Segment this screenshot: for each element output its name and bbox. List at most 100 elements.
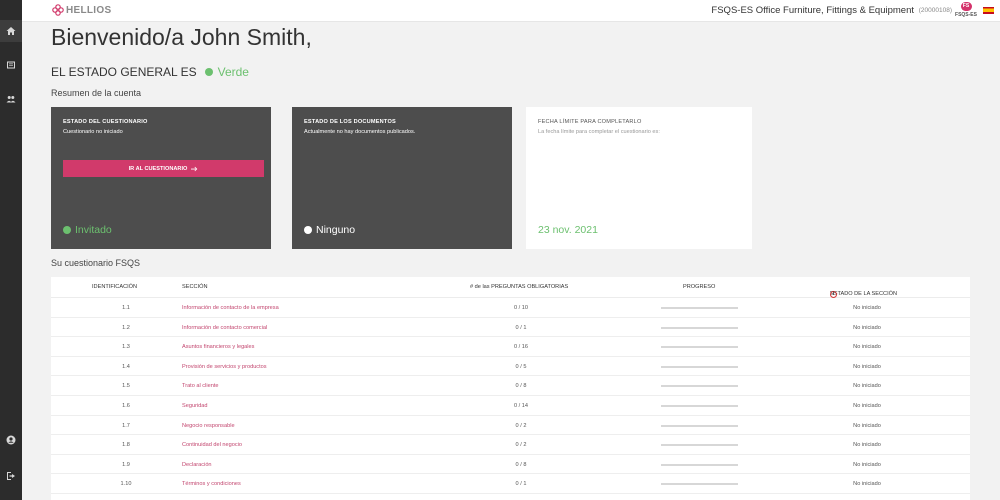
deadline-date: 23 nov. 2021 [538,224,598,236]
row-state: No iniciado [853,461,881,468]
row-state: No iniciado [853,383,881,390]
info-icon[interactable]: i [830,291,837,298]
row-required-count: 0 / 10 [514,305,528,311]
logo[interactable]: HELLIOS [52,4,111,16]
row-progress-bar [661,385,738,388]
sidebar-item-users[interactable] [0,91,22,107]
row-id: 1.10 [120,481,132,488]
card-subtitle: Actualmente no hay documentos publicados… [304,129,416,135]
row-section-link[interactable]: Declaración [182,462,212,468]
row-required-count: 0 / 8 [515,461,527,468]
row-state: No iniciado [853,344,881,351]
row-id: 1.1 [122,305,130,311]
row-progress-bar [661,424,738,427]
header-state-label: ESTADO DE LA SECCIÓN [830,291,898,297]
table-row: 1.7 Negocio responsable 0 / 2 No iniciado [51,416,970,436]
list-icon [7,61,15,69]
status-dot-icon [204,68,213,76]
row-required-count: 0 / 5 [515,363,527,370]
overall-status-value: Verde [217,65,249,79]
sidebar-item-home[interactable] [0,20,22,42]
questionnaire-table: IDENTIFICACIÓN SECCIÓN # de las PREGUNTA… [51,277,970,500]
row-section-link[interactable]: Continuidad del negocio [182,442,242,448]
arrow-right-icon [191,166,198,171]
row-state: No iniciado [853,422,881,429]
row-id: 1.5 [122,383,130,390]
sidebar-item-logout[interactable] [0,468,22,484]
table-row: 1.3 Asuntos financieros y legales 0 / 16 No… [51,337,970,357]
row-progress-bar [661,365,738,368]
row-required-count: 0 / 2 [515,422,527,429]
questionnaire-status: Invitado [63,224,112,236]
row-section-link[interactable]: Información de contacto de la empresa [182,305,279,311]
card-subtitle: La fecha límite para completar el cuesti… [538,129,660,135]
row-section-link[interactable]: Trato al cliente [182,383,218,389]
account-icon [6,435,16,445]
table-body: 1.1 Información de contacto de la empresa… [51,298,970,494]
sidebar [0,0,22,500]
card-title: ESTADO DEL CUESTIONARIO [63,119,148,125]
button-label: IR AL CUESTIONARIO [128,165,188,172]
logout-icon [7,472,15,480]
spain-flag-icon[interactable] [983,7,994,14]
status-dot-icon [63,226,71,234]
questionnaire-status-value: Invitado [75,224,112,236]
table-row: 1.2 Información de contacto comercial 0 / … [51,318,970,338]
header-required: # de las PREGUNTAS OBLIGATORIAS [470,284,569,290]
table-row: 1.5 Trato al cliente 0 / 8 No iniciado [51,376,970,396]
row-state: No iniciado [853,402,881,409]
table-row: 1.6 Seguridad 0 / 14 No iniciado [51,396,970,416]
home-icon [6,27,16,35]
header-section: SECCIÓN [182,284,208,290]
row-id: 1.6 [122,402,130,409]
row-required-count: 0 / 16 [514,344,528,351]
community-badge[interactable]: FS FSQS-ES [954,2,978,20]
overall-status: EL ESTADO GENERAL ES Verde [51,65,249,79]
account-summary-title: Resumen de la cuenta [51,88,142,98]
documents-status: Ninguno [304,224,355,236]
row-progress-bar [661,444,738,447]
row-section-link[interactable]: Asuntos financieros y legales [182,344,254,350]
row-section-link[interactable]: Seguridad [182,403,208,409]
sidebar-item-questionnaire[interactable] [0,57,22,73]
sidebar-item-account[interactable] [0,432,22,448]
table-row: 1.4 Provisión de servicios y productos 0 /… [51,357,970,377]
card-title: FECHA LÍMITE PARA COMPLETARLO [538,119,642,125]
row-state: No iniciado [853,305,881,311]
row-state: No iniciado [853,324,881,331]
table-header: IDENTIFICACIÓN SECCIÓN # de las PREGUNTA… [51,277,970,298]
row-id: 1.7 [122,422,130,429]
header-id: IDENTIFICACIÓN [92,284,138,290]
row-required-count: 0 / 14 [514,402,528,409]
row-required-count: 0 / 1 [515,324,527,331]
status-dot-icon [304,226,312,234]
deadline: 23 nov. 2021 [538,224,598,236]
row-state: No iniciado [853,442,881,449]
table-row: 1.10 Términos y condiciones 0 / 1 No inicia… [51,474,970,494]
welcome-heading: Bienvenido/a John Smith, [51,24,312,50]
company-id: (20000108) [918,7,952,14]
row-progress-bar [661,346,738,349]
row-section-link[interactable]: Información de contacto comercial [182,325,267,331]
documents-status-value: Ninguno [316,224,356,236]
company-name: FSQS-ES Office Furniture, Fittings & Equ… [711,5,914,16]
row-required-count: 0 / 2 [515,442,527,449]
card-title: ESTADO DE LOS DOCUMENTOS [304,119,396,125]
questionnaire-status-card: ESTADO DEL CUESTIONARIO Cuestionario no … [51,107,271,249]
row-progress-bar [661,326,738,329]
table-row: 1.9 Declaración 0 / 8 No iniciado [51,455,970,475]
row-required-count: 0 / 1 [515,481,527,488]
table-row: 1.1 Información de contacto de la empresa… [51,298,970,318]
documents-status-card: ESTADO DE LOS DOCUMENTOS Actualmente no … [292,107,512,249]
hellios-logo-icon [52,4,64,16]
row-section-link[interactable]: Provisión de servicios y productos [182,364,267,370]
row-state: No iniciado [853,363,881,370]
go-to-questionnaire-button[interactable]: IR AL CUESTIONARIO [63,160,264,177]
badge-icon: FS [960,2,972,11]
row-id: 1.9 [122,461,130,468]
row-id: 1.8 [122,442,130,449]
card-subtitle: Cuestionario no iniciado [63,129,123,135]
row-section-link[interactable]: Términos y condiciones [182,481,241,487]
row-progress-bar [661,404,738,407]
row-section-link[interactable]: Negocio responsable [182,423,235,429]
